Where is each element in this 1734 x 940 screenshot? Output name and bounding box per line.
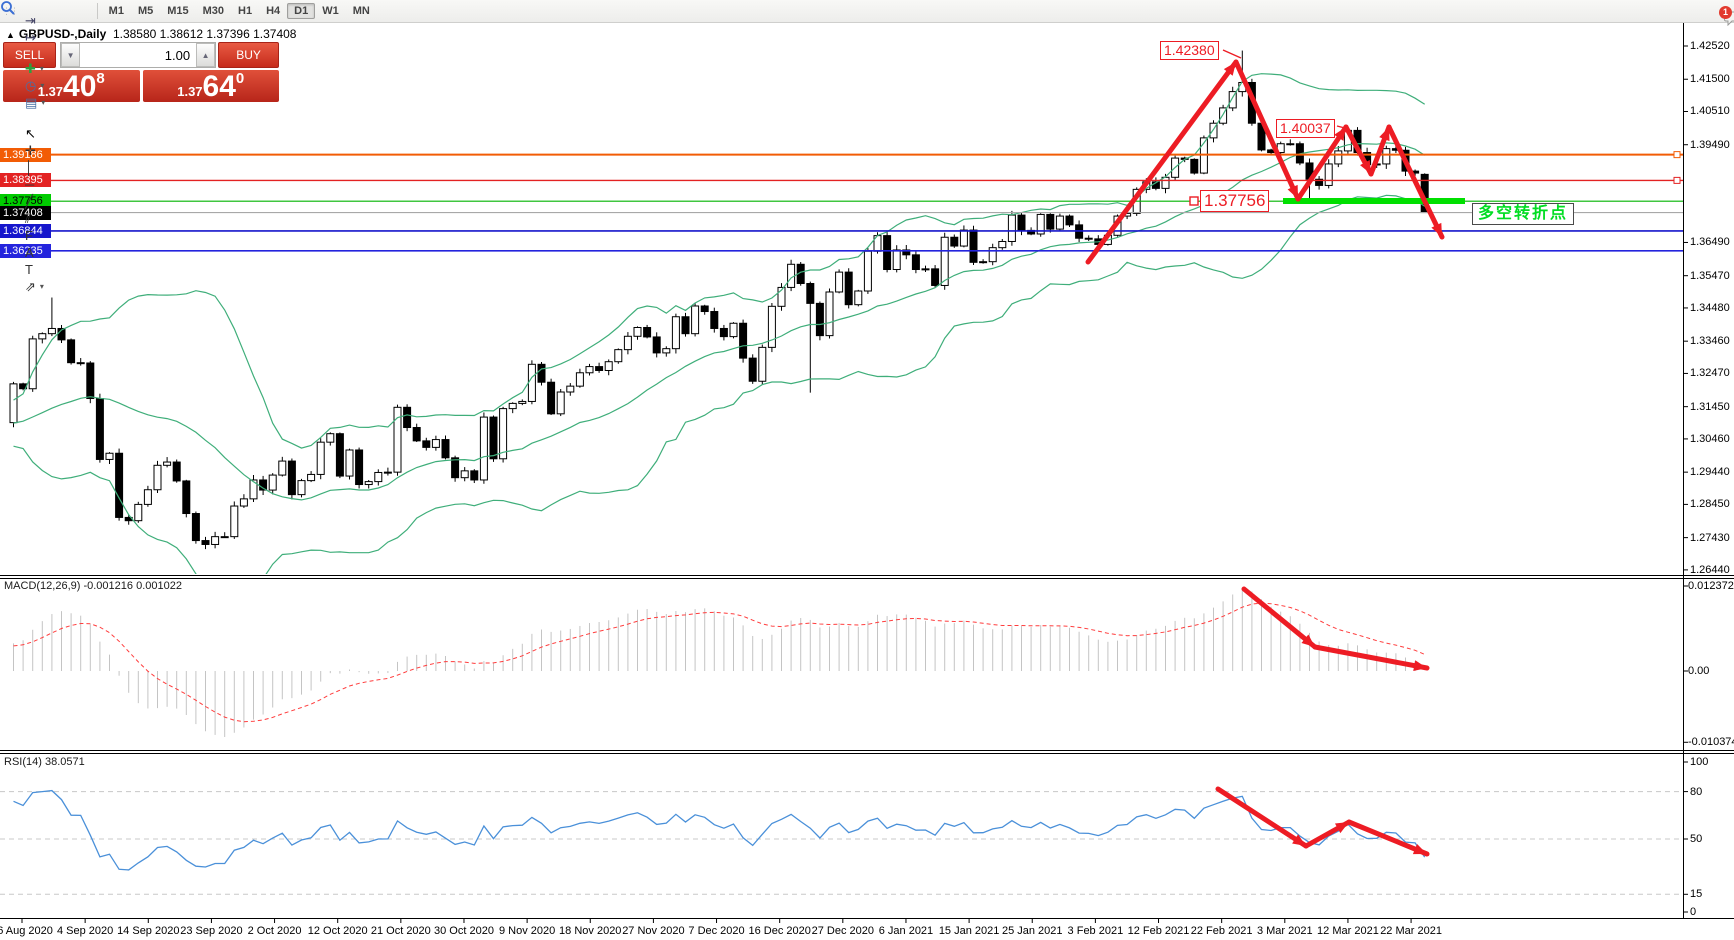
bollinger-bands [14, 74, 1425, 605]
price-tick-label: 1.35470 [1690, 270, 1730, 282]
buy-button[interactable]: BUY [218, 42, 279, 68]
timeframe-mn[interactable]: MN [346, 3, 377, 19]
timeframe-w1[interactable]: W1 [315, 3, 346, 19]
cursor-icon: ↖ [25, 127, 36, 140]
price-tick-label: 1.39490 [1690, 139, 1730, 151]
price-tick-label: 1.42520 [1690, 40, 1730, 52]
sell-price-pip: 8 [96, 70, 104, 87]
price-tick-label: 1.27430 [1690, 532, 1730, 544]
buy-price[interactable]: 1.37640 [143, 70, 280, 102]
rsi-scale-label: 100 [1690, 756, 1708, 768]
shapes-icon: ⇗ [25, 280, 36, 293]
price-tick-label: 1.33460 [1690, 335, 1730, 347]
panel-frame [0, 22, 1734, 923]
vline-icon: │ [25, 161, 33, 174]
trendline-icon[interactable]: ╱ [20, 193, 93, 210]
turning-point-note[interactable]: 多空转折点 [1472, 203, 1574, 225]
chevron-down-icon: ▾ [41, 98, 45, 107]
chevron-down-icon: ▾ [40, 81, 44, 90]
price-tick-label: 1.31450 [1690, 401, 1730, 413]
trendline-icon: ╱ [25, 195, 33, 208]
hline-icon: ─ [25, 178, 34, 191]
chevron-down-icon: ▾ [40, 64, 44, 73]
buy-price-head: 1.37 [177, 84, 202, 99]
timeframe-h1[interactable]: H1 [231, 3, 259, 19]
chart-shift-icon: ↦ [25, 31, 36, 44]
indicators-icon: ✚ [25, 62, 36, 75]
price-tick-label: 1.26440 [1690, 564, 1730, 576]
fibo-icon: F [25, 229, 33, 242]
chart-window: ▲GBPUSD-,Daily 1.38580 1.38612 1.37396 1… [0, 22, 1734, 940]
main-toolbar: ⋮⋮ ▦◷✚新订单✎☁◉⚙自动交易║▮∿⊕⊖⊞⇥↦✚▾◷▾▤▾↖✛│─╱⫽FAT… [0, 0, 1734, 23]
channel-icon[interactable]: ⫽ [20, 210, 93, 227]
buy-price-main: 64 [203, 73, 236, 101]
rsi-scale-label: 15 [1690, 888, 1702, 900]
macd-scale-label: 0.00 [1688, 665, 1709, 677]
channel-icon: ⫽ [25, 212, 31, 225]
timeframe-h4[interactable]: H4 [259, 3, 287, 19]
templates-icon[interactable]: ▤▾ [20, 94, 93, 111]
periods-icon: ◷ [25, 79, 36, 92]
text-icon[interactable]: A [20, 244, 93, 261]
label-icon[interactable]: T [20, 261, 93, 278]
chart-canvas[interactable] [0, 22, 1734, 940]
rsi-trend-arrows[interactable] [1218, 789, 1427, 854]
fibo-icon[interactable]: F [20, 227, 93, 244]
price-tick-label: 1.30460 [1690, 433, 1730, 445]
auto-scroll-icon: ⇥ [25, 14, 36, 27]
timeframe-m30[interactable]: M30 [196, 3, 231, 19]
chevron-down-icon: ▾ [40, 282, 44, 291]
macd-indicator [14, 588, 1425, 737]
ohlc-readout: 1.38580 1.38612 1.37396 1.37408 [113, 27, 297, 41]
volume-input[interactable] [80, 43, 196, 67]
rsi-scale-label: 0 [1690, 906, 1696, 918]
shapes-icon[interactable]: ⇗▾ [20, 278, 93, 295]
crosshair-icon[interactable]: ✛ [20, 142, 93, 159]
price-tick-label: 1.40510 [1690, 105, 1730, 117]
auto-scroll-icon[interactable]: ⇥ [20, 12, 93, 29]
support-price-callout[interactable]: 1.37756 [1200, 190, 1269, 212]
volume-up-button[interactable]: ▲ [196, 43, 215, 67]
label-icon: T [25, 263, 33, 276]
price-tick-label: 1.29440 [1690, 466, 1730, 478]
date-tick-label: 22 Mar 2021 [1366, 925, 1456, 937]
price-tick-label: 1.28450 [1690, 498, 1730, 510]
mt4-terminal: { "toolbar": { "groups": [ {"items":[{"i… [0, 0, 1734, 940]
panel-splitters[interactable] [0, 576, 1734, 754]
timeframe-d1[interactable]: D1 [287, 3, 315, 19]
rsi-scale-label: 50 [1690, 833, 1702, 845]
price-tick-label: 1.41500 [1690, 73, 1730, 85]
rsi-readout: RSI(14) 38.0571 [4, 756, 85, 768]
rsi-indicator [0, 791, 1683, 895]
timeframe-m1[interactable]: M1 [102, 3, 131, 19]
hline-icon[interactable]: ─ [20, 176, 93, 193]
timeframe-m15[interactable]: M15 [160, 3, 195, 19]
retest-price-callout[interactable]: 1.40037 [1276, 119, 1335, 138]
macd-scale-label: 0.012372 [1688, 580, 1734, 592]
collapse-icon[interactable]: ▲ [6, 30, 15, 40]
notification-badge[interactable]: 1 [1719, 6, 1732, 19]
timeframe-toolbar: M1M5M15M30H1H4D1W1MN [93, 3, 377, 19]
indicators-icon[interactable]: ✚▾ [20, 60, 93, 77]
templates-icon: ▤ [25, 96, 37, 109]
price-tick-label: 1.34480 [1690, 302, 1730, 314]
price-tick-label: 1.36490 [1690, 236, 1730, 248]
toolbar-groups: ▦◷✚新订单✎☁◉⚙自动交易║▮∿⊕⊖⊞⇥↦✚▾◷▾▤▾↖✛│─╱⫽FAT⇗▾ [20, 0, 93, 295]
macd-scale-label: -0.010374 [1688, 736, 1734, 748]
text-icon: A [25, 246, 34, 259]
macd-readout: MACD(12,26,9) -0.001216 0.001022 [4, 580, 182, 592]
price-tick-label: 1.32470 [1690, 367, 1730, 379]
vline-icon[interactable]: │ [20, 159, 93, 176]
timeframe-m5[interactable]: M5 [131, 3, 160, 19]
chart-shift-icon[interactable]: ↦ [20, 29, 93, 46]
peak-price-callout[interactable]: 1.42380 [1160, 41, 1219, 60]
cursor-icon[interactable]: ↖ [20, 125, 93, 142]
buy-price-pip: 0 [236, 70, 244, 87]
periods-icon[interactable]: ◷▾ [20, 77, 93, 94]
crosshair-icon: ✛ [25, 144, 36, 157]
rsi-scale-label: 80 [1690, 786, 1702, 798]
